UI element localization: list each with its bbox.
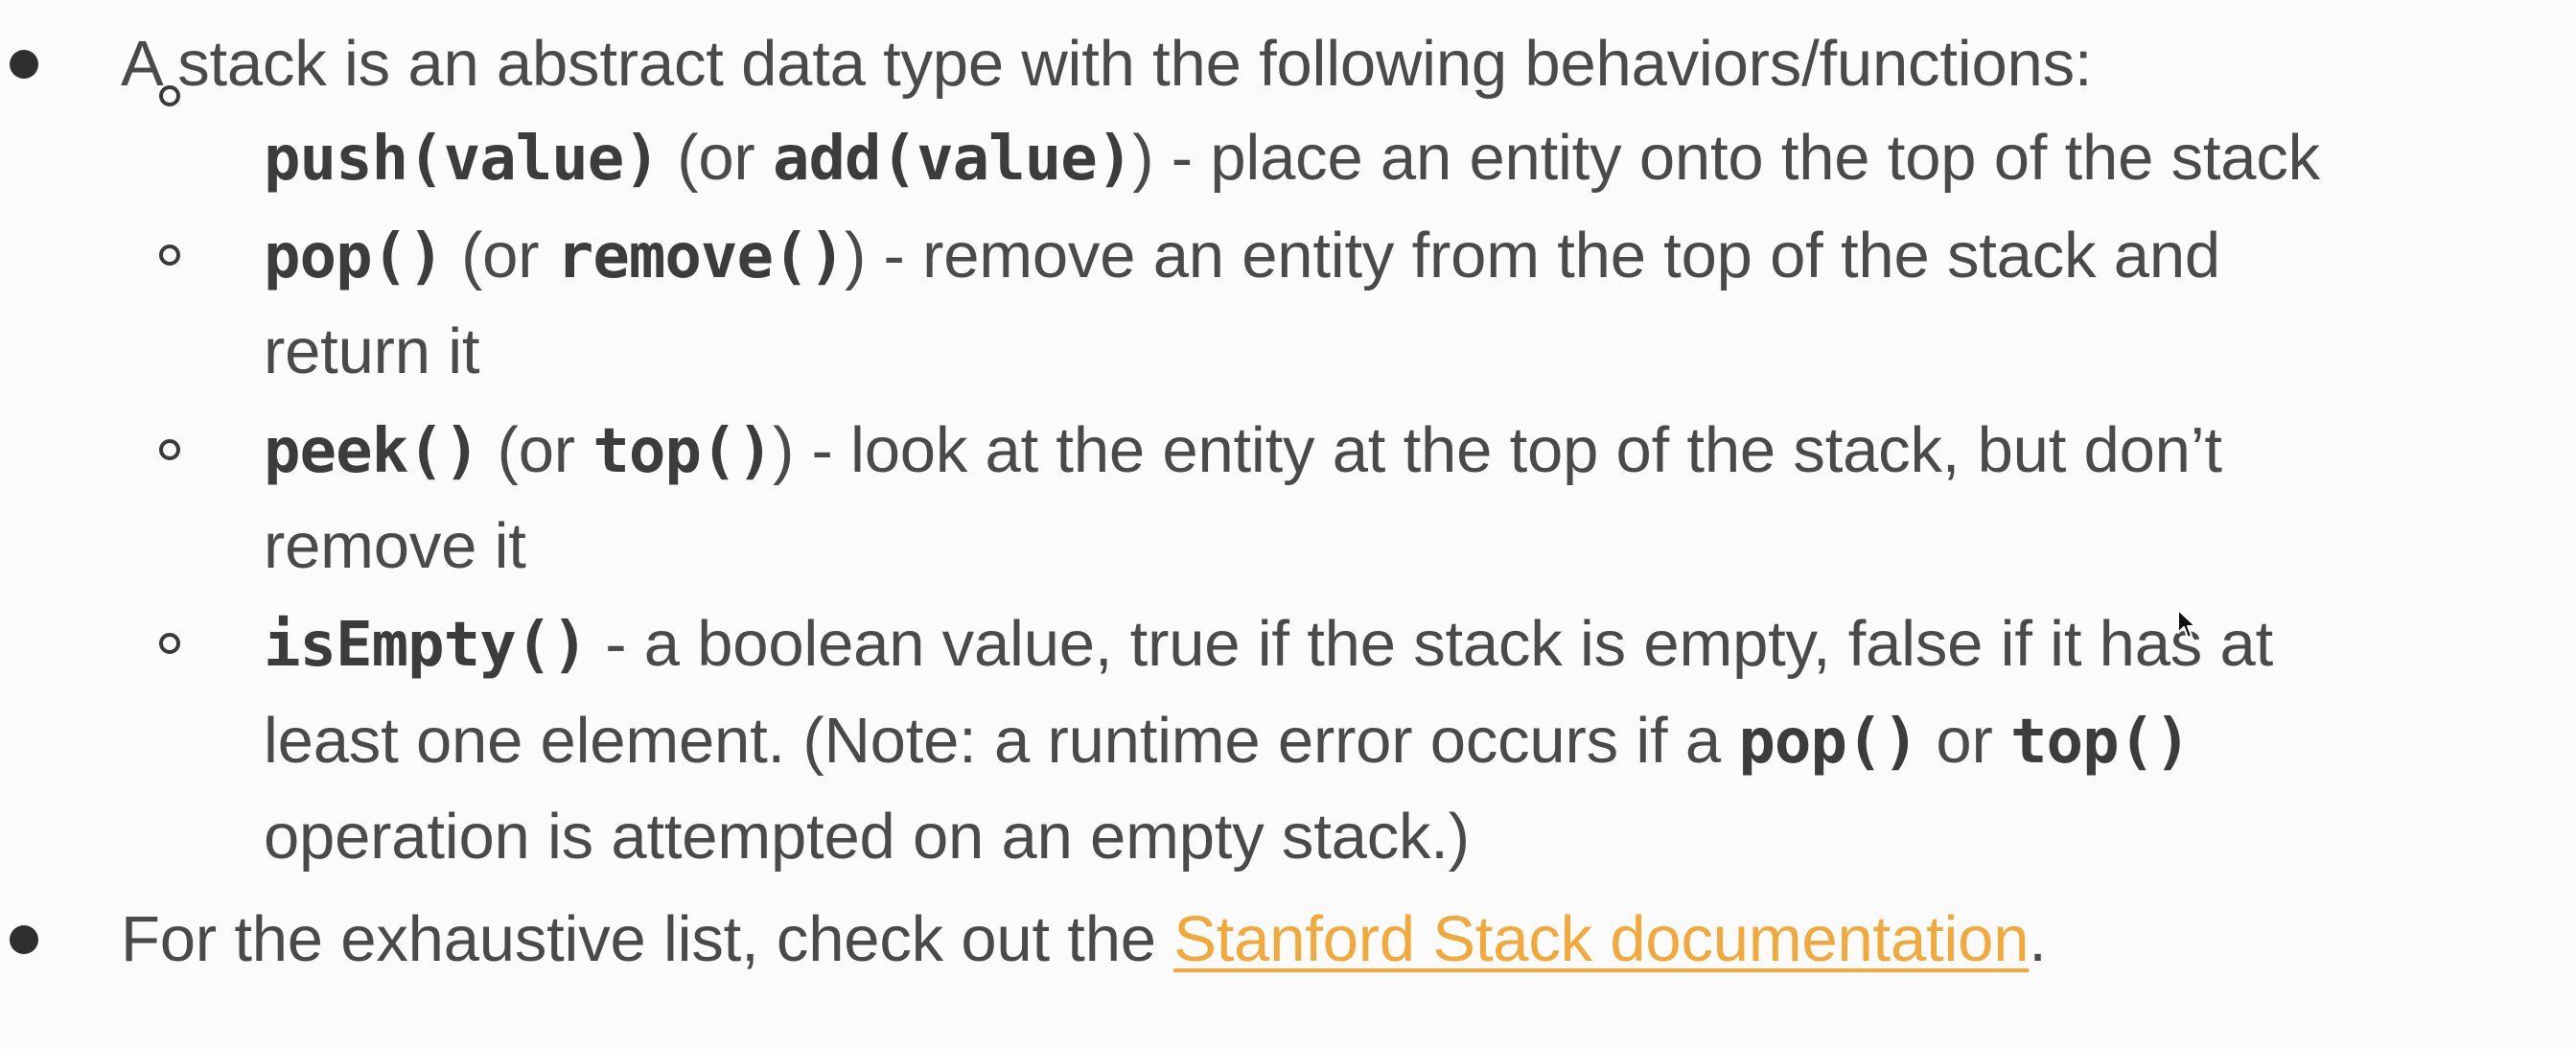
subitem-pop-continued: return it [264, 315, 480, 387]
subitem-isempty: isEmpty() - a boolean value, true if the… [264, 606, 2273, 684]
code-push: push(value) [264, 124, 661, 195]
sub-bullet-circle [159, 439, 180, 460]
subitem-text: ) - look at the entity at the top of the… [772, 414, 2222, 486]
bullet-text: For the exhaustive list, check out the S… [121, 901, 2047, 978]
subitem-text: ) - remove an entity from the top of the… [845, 220, 2220, 291]
subitem-pop: pop() (or remove()) - remove an entity f… [264, 218, 2220, 295]
subitem-isempty-line3: operation is attempted on an empty stack… [264, 801, 1470, 873]
sub-bullet-circle [159, 245, 180, 266]
subitem-text: (or [659, 122, 773, 194]
subitem-push: push(value) (or add(value)) - place an e… [264, 120, 2320, 198]
subitem-peek-continued: remove it [264, 510, 526, 582]
sub-bullet-circle [159, 633, 180, 654]
subitem-text: (or [443, 220, 557, 291]
subitem-text: or [1917, 705, 2010, 777]
mouse-pointer-icon [2177, 609, 2196, 639]
subitem-isempty-line2: least one element. (Note: a runtime erro… [264, 703, 2192, 781]
code-add: add(value) [772, 124, 1133, 195]
subitem-text: least one element. (Note: a runtime erro… [264, 705, 1739, 777]
sub-bullet-circle [159, 85, 180, 106]
bullet-text-prefix: For the exhaustive list, check out the [121, 903, 1174, 975]
code-isempty: isEmpty() [264, 610, 589, 681]
stanford-stack-documentation-link[interactable]: Stanford Stack documentation [1173, 903, 2029, 975]
subitem-text: (or [479, 414, 593, 486]
subitem-peek: peek() (or top()) - look at the entity a… [264, 412, 2222, 490]
code-top: top() [592, 416, 774, 487]
code-remove: remove() [556, 221, 846, 292]
bullet-text: A stack is an abstract data type with th… [121, 28, 2093, 100]
bullet-dot [10, 50, 38, 79]
subitem-text: - a boolean value, true if the stack is … [587, 608, 2273, 680]
code-peek: peek() [264, 416, 480, 487]
code-pop: pop() [264, 221, 445, 292]
bullet-text-suffix: . [2029, 903, 2047, 975]
code-pop: pop() [1738, 707, 1919, 778]
code-top: top() [2010, 707, 2192, 778]
bullet-dot [10, 925, 38, 954]
subitem-text: ) - place an entity onto the top of the … [1132, 122, 2320, 194]
slide-content: A stack is an abstract data type with th… [0, 0, 2576, 1049]
